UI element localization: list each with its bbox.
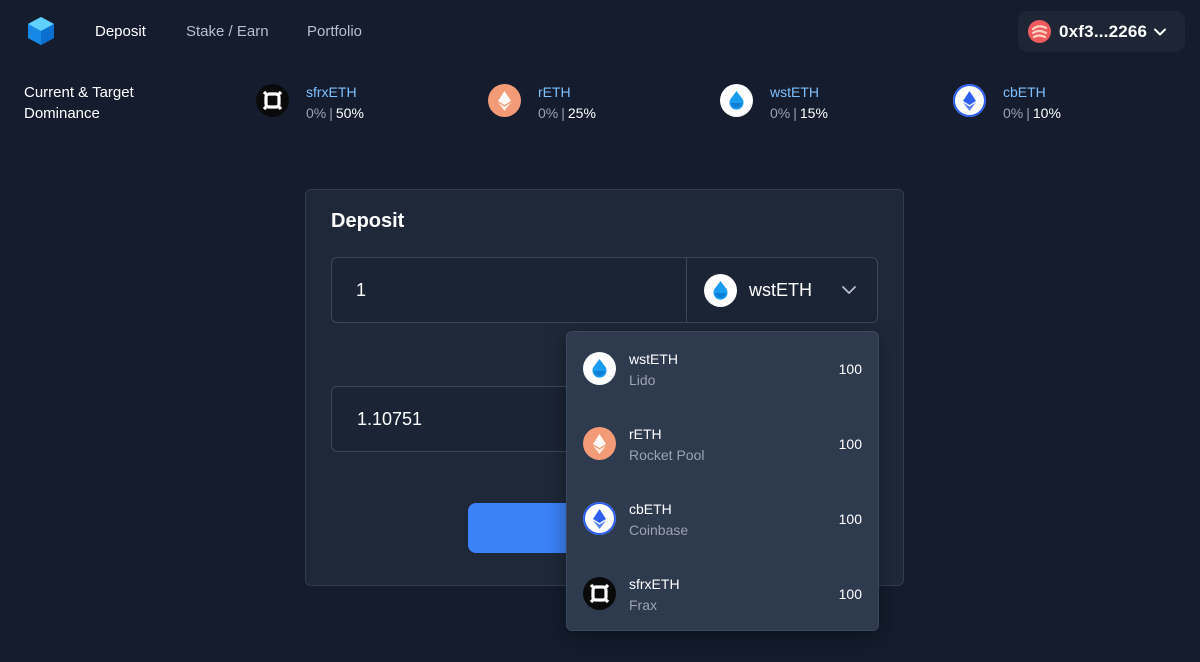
dominance-item-wsteth: wstETH 0% | 15% — [720, 84, 828, 122]
sfrxeth-icon — [583, 577, 616, 610]
nav-deposit[interactable]: Deposit — [95, 23, 146, 40]
dominance-name[interactable]: wstETH — [770, 83, 828, 101]
app-logo-icon[interactable] — [27, 16, 55, 46]
dominance-name[interactable]: cbETH — [1003, 83, 1061, 101]
chevron-down-icon — [842, 286, 856, 294]
target-pct: 10% — [1032, 105, 1061, 121]
target-pct: 25% — [567, 105, 596, 121]
token-select[interactable]: wstETH — [686, 257, 878, 323]
selected-token-label: wstETH — [749, 280, 812, 300]
reth-icon — [583, 427, 616, 460]
reth-icon — [488, 84, 521, 117]
wsteth-icon — [704, 274, 737, 307]
dropdown-item-provider: Frax — [629, 597, 657, 613]
dropdown-item-value: 100 — [838, 511, 862, 527]
dropdown-item-value: 100 — [838, 436, 862, 452]
dropdown-item-cbeth[interactable]: cbETH Coinbase 100 — [567, 482, 878, 557]
wallet-button[interactable]: 0xf3...2266 — [1018, 11, 1185, 52]
dropdown-item-name: rETH — [629, 426, 662, 442]
wsteth-icon — [720, 84, 753, 117]
current-pct: 0% — [538, 105, 559, 121]
deposit-amount-value[interactable]: 1 — [356, 280, 366, 301]
dominance-title: Current & Target Dominance — [24, 84, 134, 122]
dropdown-item-name: cbETH — [629, 501, 672, 517]
dominance-item-cbeth: cbETH 0% | 10% — [953, 84, 1061, 122]
dropdown-item-wsteth[interactable]: wstETH Lido 100 — [567, 332, 878, 407]
deposit-card-title: Deposit — [331, 210, 405, 232]
nav-stake-earn[interactable]: Stake / Earn — [186, 23, 269, 40]
target-pct: 15% — [799, 105, 828, 121]
dropdown-item-value: 100 — [838, 586, 862, 602]
sfrxeth-icon — [256, 84, 289, 117]
current-pct: 0% — [770, 105, 791, 121]
dropdown-item-reth[interactable]: rETH Rocket Pool 100 — [567, 407, 878, 482]
dropdown-item-provider: Rocket Pool — [629, 447, 705, 463]
dropdown-item-provider: Coinbase — [629, 522, 689, 538]
nav-portfolio[interactable]: Portfolio — [307, 23, 362, 40]
dominance-name[interactable]: rETH — [538, 83, 596, 101]
cbeth-icon — [583, 502, 616, 535]
wallet-avatar-icon — [1028, 20, 1051, 43]
chevron-down-icon — [1154, 28, 1167, 35]
current-pct: 0% — [1003, 105, 1024, 121]
dropdown-item-provider: Lido — [629, 372, 656, 388]
dominance-item-sfrxeth: sfrxETH 0% | 50% — [256, 84, 364, 122]
target-pct: 50% — [335, 105, 364, 121]
dominance-name[interactable]: sfrxETH — [306, 83, 364, 101]
dominance-item-reth: rETH 0% | 25% — [488, 84, 596, 122]
dropdown-item-value: 100 — [838, 361, 862, 377]
cbeth-icon — [953, 84, 986, 117]
wsteth-icon — [583, 352, 616, 385]
receive-amount-value: 1.10751 — [357, 409, 423, 429]
dropdown-item-sfrxeth[interactable]: sfrxETH Frax 100 — [567, 557, 878, 632]
current-pct: 0% — [306, 105, 327, 121]
token-dropdown: wstETH Lido 100 rETH Rocket Pool 100 cbE… — [566, 331, 879, 631]
dropdown-item-name: sfrxETH — [629, 576, 680, 592]
wallet-address: 0xf3...2266 — [1059, 21, 1148, 41]
dropdown-item-name: wstETH — [629, 351, 678, 367]
deposit-amount-input[interactable] — [331, 257, 687, 323]
